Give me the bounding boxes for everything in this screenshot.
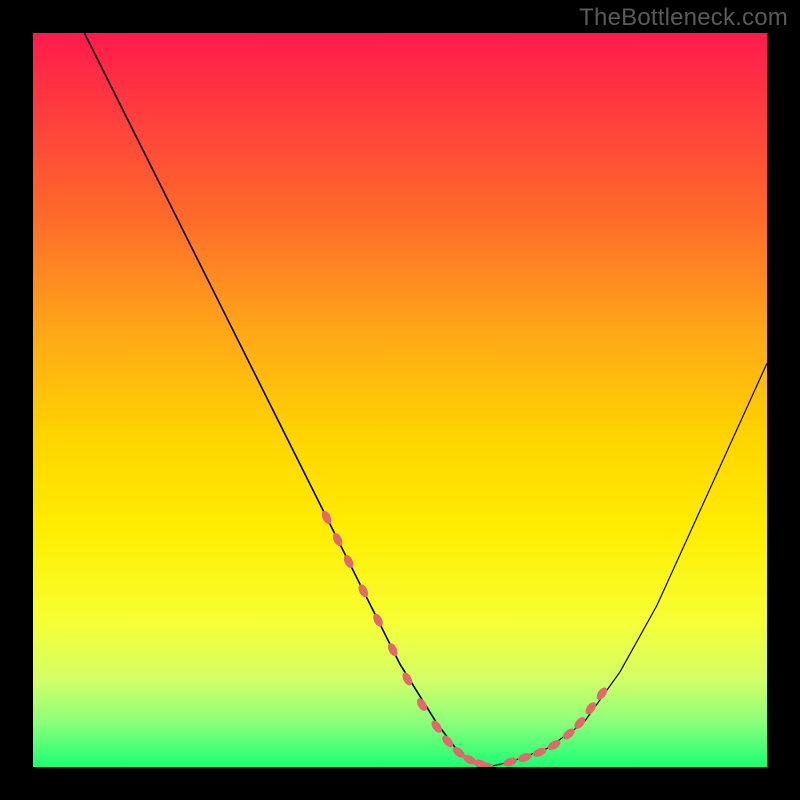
curve-marker bbox=[371, 612, 384, 628]
curve-marker bbox=[502, 756, 518, 767]
chart-stage: TheBottleneck.com bbox=[0, 0, 800, 800]
curve-layer bbox=[33, 33, 767, 767]
curve-marker bbox=[594, 686, 609, 702]
markers-right bbox=[502, 686, 609, 767]
curve-marker bbox=[429, 719, 444, 735]
markers-left bbox=[320, 509, 496, 767]
curve-marker bbox=[531, 746, 547, 759]
curve-marker bbox=[572, 715, 587, 731]
watermark-text: TheBottleneck.com bbox=[579, 4, 788, 32]
curve-marker bbox=[357, 583, 370, 599]
curve-marker bbox=[517, 752, 533, 764]
plot-area bbox=[33, 33, 767, 767]
curve-marker bbox=[583, 700, 598, 716]
curve-marker bbox=[386, 642, 399, 658]
right-curve bbox=[488, 363, 767, 767]
curve-marker bbox=[440, 733, 455, 749]
left-curve bbox=[84, 33, 488, 767]
curve-marker bbox=[331, 531, 344, 547]
curve-marker bbox=[342, 553, 355, 569]
curve-marker bbox=[320, 509, 333, 525]
